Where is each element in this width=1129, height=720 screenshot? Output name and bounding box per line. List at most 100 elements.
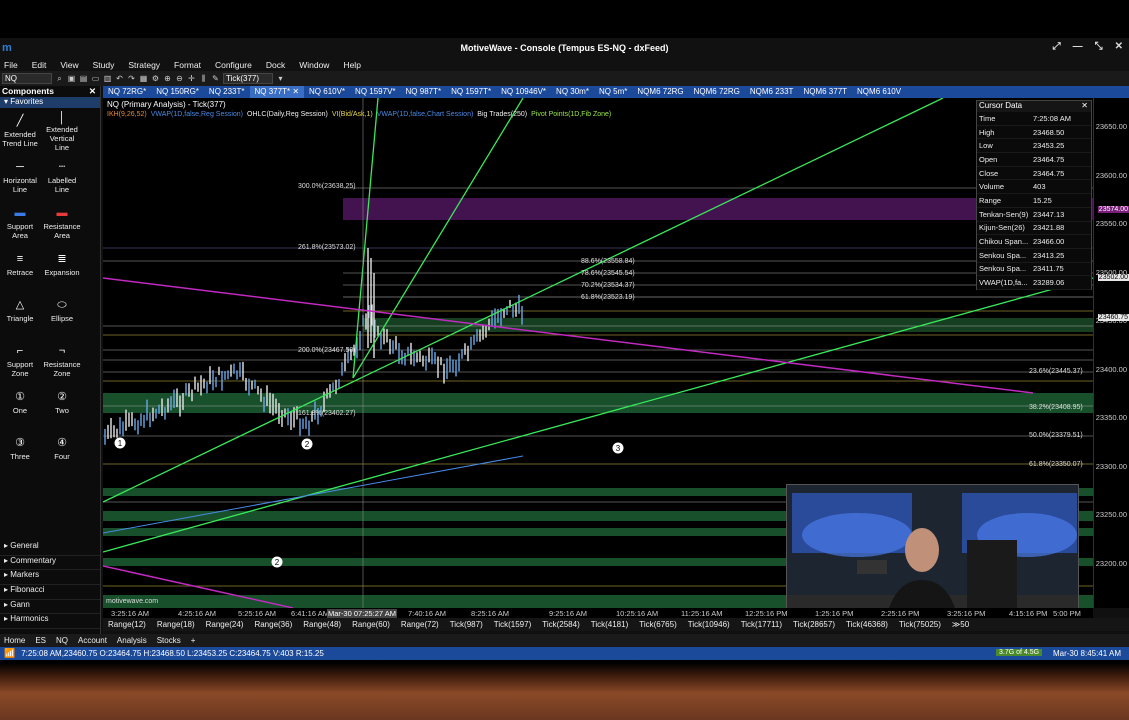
tool-three[interactable]: ③ Three bbox=[0, 434, 40, 474]
bar-size-button[interactable]: ≫50 bbox=[952, 620, 969, 629]
indicator-label[interactable]: IKH(9,26,52) bbox=[107, 111, 147, 118]
category-fibonacci[interactable]: ▸ Fibonacci bbox=[0, 585, 100, 600]
indicator-label[interactable]: VI(Bid/Ask,1) bbox=[332, 111, 373, 118]
tool-ellipse[interactable]: ⬭ Ellipse bbox=[42, 296, 82, 336]
indicator-label[interactable]: VWAP(1D,false,Chart Session) bbox=[377, 111, 474, 118]
bar-size-button[interactable]: Range(72) bbox=[401, 620, 439, 629]
timeframe-select[interactable]: Tick(377) bbox=[223, 73, 273, 84]
bar-size-button[interactable]: Tick(987) bbox=[450, 620, 483, 629]
category-gann[interactable]: ▸ Gann bbox=[0, 600, 100, 615]
bar-size-button[interactable]: Tick(4181) bbox=[591, 620, 629, 629]
tab-nq-377t[interactable]: NQ 377T* ✕ bbox=[249, 86, 305, 98]
menu-configure[interactable]: Configure bbox=[215, 60, 252, 70]
tab-nq-1597t[interactable]: NQ 1597T* bbox=[446, 86, 496, 98]
zoom-in-icon[interactable]: ⊕ bbox=[163, 74, 172, 83]
bar-size-button[interactable]: Tick(1597) bbox=[494, 620, 532, 629]
category-harmonics[interactable]: ▸ Harmonics bbox=[0, 614, 100, 630]
tab-nq-5m[interactable]: NQ 5m* bbox=[594, 86, 632, 98]
menu-strategy[interactable]: Strategy bbox=[128, 60, 160, 70]
tab-nqm6-610v[interactable]: NQM6 610V bbox=[852, 86, 906, 98]
tab-nqm6-233t[interactable]: NQM6 233T bbox=[745, 86, 799, 98]
tab-nq-10946v[interactable]: NQ 10946V* bbox=[496, 86, 551, 98]
bar-style-icon[interactable]: ⫼ bbox=[199, 74, 208, 83]
favorites-section[interactable]: ▾ Favorites bbox=[0, 97, 100, 108]
bar-size-button[interactable]: Range(18) bbox=[157, 620, 195, 629]
tool-extended-vertical-line[interactable]: │ Extended Vertical Line bbox=[42, 112, 82, 153]
tab-nq-30m[interactable]: NQ 30m* bbox=[551, 86, 594, 98]
tool-one[interactable]: ① One bbox=[0, 388, 40, 428]
redo-icon[interactable]: ↷ bbox=[127, 74, 136, 83]
price-chart[interactable]: 1 2 3 2 NQ (Primary Analysis) - Tick(377) I… bbox=[103, 98, 1093, 608]
price-axis[interactable]: 23650.0023600.0023550.0023500.0023450.00… bbox=[1093, 98, 1129, 608]
menu-view[interactable]: View bbox=[60, 60, 78, 70]
search-icon[interactable]: ⌕ bbox=[55, 74, 64, 83]
tool-resistance-zone[interactable]: ¬ Resistance Zone bbox=[42, 342, 82, 382]
workspace-tab[interactable]: + bbox=[191, 636, 196, 645]
menu-study[interactable]: Study bbox=[93, 60, 115, 70]
tool-horizontal-line[interactable]: ─ Horizontal Line bbox=[0, 158, 40, 198]
indicator-label[interactable]: Pivot Points(1D,Fib Zone) bbox=[531, 111, 611, 118]
maximize-icon[interactable]: ⤡ bbox=[1095, 41, 1103, 52]
time-axis[interactable]: 3:25:16 AM 4:25:16 AM 5:25:16 AM 6:41:16 AM… bbox=[103, 608, 1093, 618]
bar-size-button[interactable]: Range(24) bbox=[206, 620, 244, 629]
print-icon[interactable]: ▥ bbox=[103, 74, 112, 83]
close-icon[interactable]: ✕ bbox=[1081, 101, 1088, 112]
bar-size-button[interactable]: Tick(6765) bbox=[639, 620, 677, 629]
bar-size-button[interactable]: Range(36) bbox=[254, 620, 292, 629]
category-markers[interactable]: ▸ Markers bbox=[0, 570, 100, 586]
tool-four[interactable]: ④ Four bbox=[42, 434, 82, 474]
settings-icon[interactable]: ⚙ bbox=[151, 74, 160, 83]
close-panel-icon[interactable]: ✕ bbox=[89, 86, 96, 97]
tool-labelled-line[interactable]: ┄ Labelled Line bbox=[42, 158, 82, 198]
category-general[interactable]: ▸ General bbox=[0, 541, 100, 556]
bar-size-button[interactable]: Tick(28657) bbox=[793, 620, 835, 629]
workspace-tab[interactable]: ES bbox=[35, 636, 46, 645]
tool-extended-trend-line[interactable]: ╱ Extended Trend Line bbox=[0, 112, 40, 152]
menu-edit[interactable]: Edit bbox=[32, 60, 47, 70]
crosshair-icon[interactable]: ✛ bbox=[187, 74, 196, 83]
indicator-label[interactable]: VWAP(1D,false,Reg Session) bbox=[151, 111, 243, 118]
tab-nq-150rg[interactable]: NQ 150RG* bbox=[151, 86, 204, 98]
save-icon[interactable]: ▤ bbox=[79, 74, 88, 83]
tool-support-area[interactable]: ▬ Support Area bbox=[0, 204, 40, 244]
bar-size-button[interactable]: Tick(17711) bbox=[741, 620, 782, 629]
bar-size-button[interactable]: Range(48) bbox=[303, 620, 341, 629]
bar-size-button[interactable]: Tick(2584) bbox=[542, 620, 580, 629]
workspace-tab[interactable]: NQ bbox=[56, 636, 68, 645]
bar-size-button[interactable]: Tick(10946) bbox=[688, 620, 730, 629]
close-icon[interactable]: ✕ bbox=[1115, 41, 1123, 52]
tool-support-zone[interactable]: ⌐ Support Zone bbox=[0, 342, 40, 382]
minimize-icon[interactable]: — bbox=[1073, 41, 1083, 52]
workspace-tab[interactable]: Stocks bbox=[157, 636, 181, 645]
workspace-tab[interactable]: Home bbox=[4, 636, 25, 645]
tab-nq-1597v[interactable]: NQ 1597V* bbox=[350, 86, 400, 98]
bar-size-button[interactable]: Range(60) bbox=[352, 620, 390, 629]
tab-nqm6-72rg-a[interactable]: NQM6 72RG bbox=[632, 86, 688, 98]
tab-nq-987t[interactable]: NQ 987T* bbox=[401, 86, 447, 98]
fullscreen-icon[interactable]: ⤢ bbox=[1053, 41, 1061, 52]
tab-nqm6-377t[interactable]: NQM6 377T bbox=[798, 86, 852, 98]
new-chart-icon[interactable]: ▣ bbox=[67, 74, 76, 83]
tool-resistance-area[interactable]: ▬ Resistance Area bbox=[42, 204, 82, 244]
menu-dock[interactable]: Dock bbox=[266, 60, 285, 70]
bar-size-button[interactable]: Range(12) bbox=[108, 620, 146, 629]
tab-nq-610v[interactable]: NQ 610V* bbox=[304, 86, 350, 98]
undo-icon[interactable]: ↶ bbox=[115, 74, 124, 83]
chevron-down-icon[interactable]: ▾ bbox=[276, 74, 285, 83]
menu-file[interactable]: File bbox=[4, 60, 18, 70]
tool-expansion[interactable]: ≣ Expansion bbox=[42, 250, 82, 290]
tab-nqm6-72rg-b[interactable]: NQM6 72RG bbox=[689, 86, 745, 98]
grid-icon[interactable]: ▦ bbox=[139, 74, 148, 83]
indicator-label[interactable]: OHLC(Daily,Reg Session) bbox=[247, 111, 328, 118]
menu-window[interactable]: Window bbox=[299, 60, 329, 70]
category-commentary[interactable]: ▸ Commentary bbox=[0, 556, 100, 571]
tool-retrace[interactable]: ≡ Retrace bbox=[0, 250, 40, 290]
tab-nq-233t[interactable]: NQ 233T* bbox=[204, 86, 250, 98]
tab-nq-72rg[interactable]: NQ 72RG* bbox=[103, 86, 151, 98]
bar-size-button[interactable]: Tick(75025) bbox=[899, 620, 941, 629]
tool-triangle[interactable]: △ Triangle bbox=[0, 296, 40, 336]
tool-two[interactable]: ② Two bbox=[42, 388, 82, 428]
zoom-out-icon[interactable]: ⊖ bbox=[175, 74, 184, 83]
bar-size-button[interactable]: Tick(46368) bbox=[846, 620, 888, 629]
symbol-input[interactable]: NQ bbox=[2, 73, 52, 84]
